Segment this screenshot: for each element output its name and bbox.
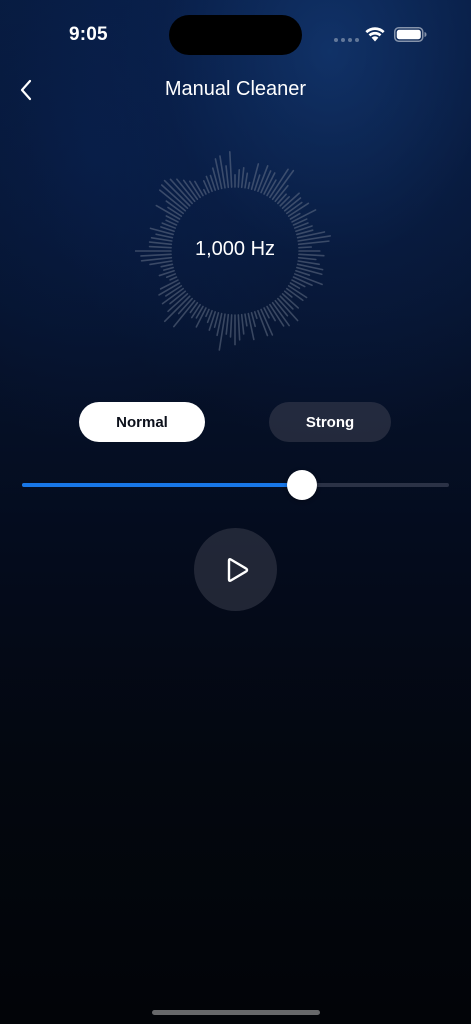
wave-bar: [225, 165, 230, 189]
wave-bar: [250, 312, 256, 328]
wave-bar: [190, 303, 201, 319]
wave-bar: [165, 273, 177, 279]
battery-icon: [394, 27, 427, 42]
slider-fill: [22, 483, 302, 487]
mode-normal-button[interactable]: Normal: [79, 402, 205, 442]
cellular-signal-icon: [334, 38, 359, 42]
wave-bar: [240, 313, 245, 335]
wave-bar: [266, 305, 276, 322]
manual-cleaner-screen: 9:05 Manual Cleaner 1,000 Hz Normal Stro…: [0, 0, 471, 1024]
wave-bar: [229, 314, 233, 338]
slider-thumb[interactable]: [286, 470, 317, 500]
wave-bar: [269, 168, 289, 199]
wave-bar: [229, 151, 233, 188]
wave-bar: [160, 263, 174, 268]
intensity-slider[interactable]: [22, 470, 449, 500]
wave-bar: [244, 172, 249, 189]
wave-bar: [225, 313, 230, 335]
dynamic-island: [169, 15, 302, 55]
wave-bar: [237, 169, 241, 188]
wave-bar: [240, 166, 245, 189]
wave-bar: [250, 163, 260, 190]
wave-bar: [167, 206, 183, 217]
wave-bar: [247, 181, 251, 190]
wave-bar: [158, 189, 187, 212]
wave-bar: [149, 260, 173, 266]
wave-bar: [194, 180, 204, 197]
wave-bar: [162, 266, 174, 271]
wave-bar: [244, 313, 248, 327]
mode-strong-button[interactable]: Strong: [269, 402, 391, 442]
wave-bar: [202, 188, 207, 195]
wave-bar: [237, 314, 241, 341]
wave-bar: [277, 297, 299, 322]
wave-bar: [292, 276, 313, 287]
frequency-label: 1,000 Hz: [194, 238, 276, 260]
wave-bar: [266, 179, 277, 197]
wave-bar: [169, 276, 178, 281]
wave-bar: [213, 312, 220, 328]
wave-bar: [159, 279, 179, 290]
wave-bar: [297, 260, 320, 266]
wave-bar: [253, 311, 258, 320]
wave-bar: [271, 169, 295, 201]
wave-bar: [172, 299, 196, 328]
play-button[interactable]: [194, 528, 277, 611]
page-title: Manual Cleaner: [164, 78, 307, 100]
home-indicator: [152, 1010, 320, 1015]
wave-bar: [205, 308, 210, 318]
status-time: 9:05: [69, 24, 108, 45]
wifi-icon: [365, 27, 385, 42]
play-icon: [227, 557, 248, 582]
wave-bar: [169, 178, 193, 205]
